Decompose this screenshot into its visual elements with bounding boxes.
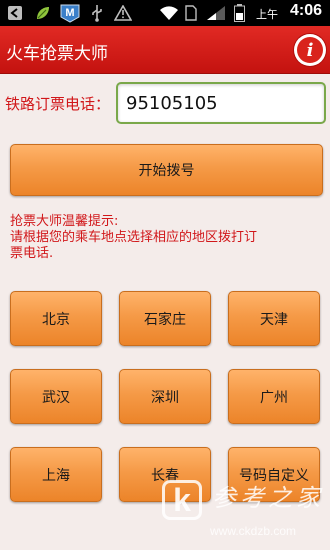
city-button-shenzhen[interactable]: 深圳 xyxy=(119,369,211,424)
start-dial-button[interactable]: 开始拨号 xyxy=(10,144,323,196)
maxthon-m-icon: M xyxy=(58,3,82,23)
watermark-logo: k xyxy=(162,480,202,520)
leaf-icon xyxy=(34,3,52,23)
watermark: k 参考之家 www.ckdzb.com xyxy=(150,472,330,550)
tips-line: 请根据您的乘车地点选择相应的地区拨打订 xyxy=(10,230,258,245)
wifi-icon xyxy=(158,3,180,23)
app-title: 火车抢票大师 xyxy=(6,44,108,64)
status-bar: M 上午 4:06 xyxy=(0,0,330,26)
svg-text:M: M xyxy=(65,7,74,19)
phone-number-field[interactable]: 95105105 xyxy=(116,82,326,124)
city-button-beijing[interactable]: 北京 xyxy=(10,291,102,346)
city-button-shanghai[interactable]: 上海 xyxy=(10,447,102,502)
city-button-tianjin[interactable]: 天津 xyxy=(228,291,320,346)
app-title-bar: 火车抢票大师 i xyxy=(0,26,330,74)
back-arrow-icon xyxy=(6,3,24,23)
phone-label: 铁路订票电话： xyxy=(5,95,111,113)
tips-line: 票电话. xyxy=(10,246,54,261)
clock: 4:06 xyxy=(289,2,322,19)
warning-icon xyxy=(113,3,133,23)
tips-title: 抢票大师温馨提示: xyxy=(10,214,119,229)
signal-icon xyxy=(205,3,227,23)
city-button-wuhan[interactable]: 武汉 xyxy=(10,369,102,424)
info-icon: i xyxy=(297,37,323,63)
city-button-shijiazhuang[interactable]: 石家庄 xyxy=(119,291,211,346)
usb-icon xyxy=(88,3,106,23)
battery-icon xyxy=(232,3,246,23)
watermark-text: 参考之家 xyxy=(212,484,324,512)
city-button-guangzhou[interactable]: 广州 xyxy=(228,369,320,424)
info-button[interactable]: i xyxy=(294,34,326,66)
am-pm-indicator: 上午 xyxy=(256,8,278,21)
tips-text: 抢票大师温馨提示: 请根据您的乘车地点选择相应的地区拨打订 票电话. xyxy=(10,214,322,262)
sim-icon xyxy=(183,3,199,23)
watermark-url: www.ckdzb.com xyxy=(210,524,297,538)
